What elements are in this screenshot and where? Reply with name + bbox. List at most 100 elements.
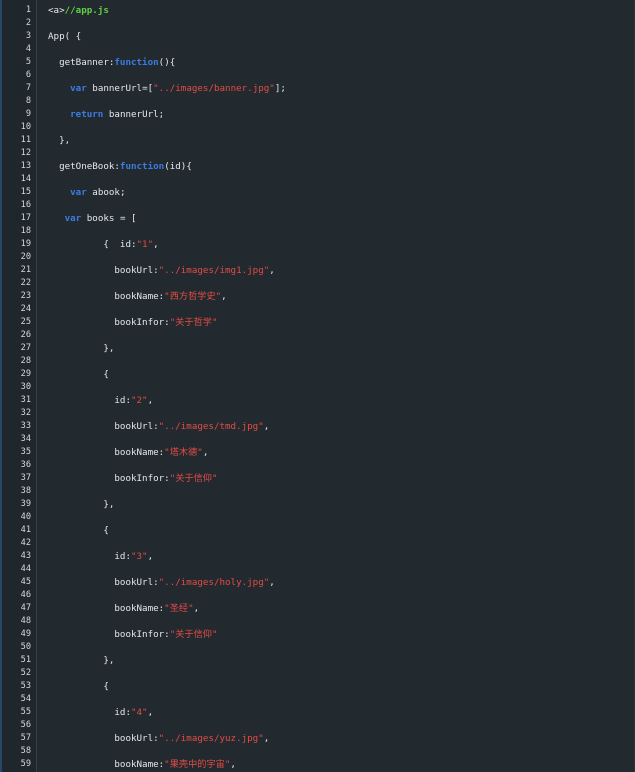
line-number: 14 [20,174,31,184]
code-lines[interactable]: 1 <a>//app.js 2 3 App( {4 5 getBanner:functio… [0,4,635,771]
code-line[interactable]: 38 [0,485,635,498]
code-line[interactable]: 44 [0,563,635,576]
code-line[interactable]: 8 [0,95,635,108]
line-code: }, [48,654,114,667]
code-line[interactable]: 24 [0,303,635,316]
code-line[interactable]: 53 { [0,680,635,693]
code-line[interactable]: 34 [0,433,635,446]
line-code: var books = [ [48,212,137,225]
code-line[interactable]: 22 [0,277,635,290]
code-line[interactable]: 36 [0,459,635,472]
code-line[interactable]: 16 [0,199,635,212]
code-line[interactable]: 13 getOneBook:function(id){ [0,160,635,173]
code-line[interactable]: 59 bookName:"果壳中的宇宙", [0,758,635,771]
string-token: "../images/banner.jpg" [153,83,275,94]
line-number: 54 [20,694,31,704]
code-line[interactable]: 15 var abook; [0,186,635,199]
code-line[interactable]: 50 [0,641,635,654]
code-line[interactable]: 29 { [0,368,635,381]
code-token: , [147,551,154,562]
line-number: 8 [25,96,31,106]
string-token: "果壳中的宇宙" [164,759,231,770]
line-number: 49 [20,629,31,639]
code-line[interactable]: 10 [0,121,635,134]
code-token: { [48,369,109,380]
line-number: 23 [20,291,31,301]
code-editor[interactable]: 1 <a>//app.js 2 3 App( {4 5 getBanner:functio… [0,0,635,772]
code-line[interactable]: 30 [0,381,635,394]
line-code: }, [48,342,114,355]
code-line[interactable]: 55 id:"4", [0,706,635,719]
code-line[interactable]: 23 bookName:"西方哲学史", [0,290,635,303]
code-line[interactable]: 28 [0,355,635,368]
code-token: id: [48,395,131,406]
line-number: 57 [20,733,31,743]
code-token: App( { [48,31,82,42]
line-number: 46 [20,590,31,600]
code-token: bookInfor: [48,473,170,484]
code-line[interactable]: 56 [0,719,635,732]
code-line[interactable]: 18 [0,225,635,238]
code-line[interactable]: 54 [0,693,635,706]
code-line[interactable]: 20 [0,251,635,264]
code-line[interactable]: 42 [0,537,635,550]
code-line[interactable]: 17 var books = [ [0,212,635,225]
code-line[interactable]: 45 bookUrl:"../images/holy.jpg", [0,576,635,589]
code-line[interactable]: 41 { [0,524,635,537]
code-line[interactable]: 46 [0,589,635,602]
code-line[interactable]: 39 }, [0,498,635,511]
line-number: 5 [25,57,31,67]
line-number: 53 [20,681,31,691]
code-line[interactable]: 57 bookUrl:"../images/yuz.jpg", [0,732,635,745]
code-line[interactable]: 52 [0,667,635,680]
line-number: 51 [20,655,31,665]
line-number: 22 [20,278,31,288]
line-number: 29 [20,369,31,379]
code-line[interactable]: 33 bookUrl:"../images/tmd.jpg", [0,420,635,433]
code-line[interactable]: 58 [0,745,635,758]
code-line[interactable]: 21 bookUrl:"../images/img1.jpg", [0,264,635,277]
code-line[interactable]: 37 bookInfor:"关于信仰" [0,472,635,485]
code-line[interactable]: 26 [0,329,635,342]
code-line[interactable]: 19 { id:"1", [0,238,635,251]
code-line[interactable]: 11 }, [0,134,635,147]
line-number: 48 [20,616,31,626]
string-token: "4" [130,707,148,718]
code-line[interactable]: 48 [0,615,635,628]
code-line[interactable]: 14 [0,173,635,186]
code-line[interactable]: 12 [0,147,635,160]
code-line[interactable]: 32 [0,407,635,420]
code-line[interactable]: 1 <a>//app.js [0,4,635,17]
code-token: bookInfor: [48,317,170,328]
string-token: "关于哲学" [169,317,218,328]
code-line[interactable]: 2 [0,17,635,30]
code-line[interactable]: 6 [0,69,635,82]
line-code: id:"4", [48,706,153,719]
code-token: , [147,707,154,718]
code-line[interactable]: 3 App( { [0,30,635,43]
code-line[interactable]: 40 [0,511,635,524]
line-code: bookUrl:"../images/holy.jpg", [48,576,274,589]
code-line[interactable]: 51 }, [0,654,635,667]
code-line[interactable]: 43 id:"3", [0,550,635,563]
code-line[interactable]: 9 return bannerUrl; [0,108,635,121]
code-line[interactable]: 47 bookName:"圣经", [0,602,635,615]
code-line[interactable]: 35 bookName:"塔木德", [0,446,635,459]
line-number: 33 [20,421,31,431]
code-line[interactable]: 5 getBanner:function(){ [0,56,635,69]
line-number: 25 [20,317,31,327]
code-token: bannerUrl; [103,109,165,120]
code-line[interactable]: 4 [0,43,635,56]
code-line[interactable]: 25 bookInfor:"关于哲学" [0,316,635,329]
line-number: 15 [20,187,31,197]
code-line[interactable]: 7 var bannerUrl=["../images/banner.jpg"]… [0,82,635,95]
line-number: 20 [20,252,31,262]
line-number: 3 [25,31,31,41]
code-line[interactable]: 27 }, [0,342,635,355]
code-line[interactable]: 49 bookInfor:"关于信仰" [0,628,635,641]
line-number: 26 [20,330,31,340]
line-code: id:"3", [48,550,153,563]
line-number: 19 [20,239,31,249]
code-line[interactable]: 31 id:"2", [0,394,635,407]
